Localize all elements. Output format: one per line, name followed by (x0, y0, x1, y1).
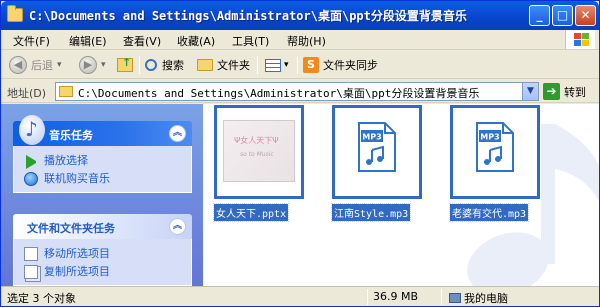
collapse-icon[interactable]: ︽ (169, 125, 186, 142)
my-computer-icon (449, 293, 461, 303)
address-label: 地址(D) (7, 87, 47, 100)
file-name: 老婆有交代.mp3 (448, 203, 530, 222)
copy-icon (24, 265, 38, 279)
music-tasks-title: 音乐任务 (49, 129, 93, 142)
folder-sync-label: 文件夹同步 (323, 59, 378, 72)
menu-edit[interactable]: 编辑(E) (69, 33, 107, 49)
move-selected-link[interactable]: 移动所选项目 (14, 245, 191, 263)
windows-logo-icon (565, 30, 595, 49)
maximize-button[interactable]: □ (552, 5, 573, 26)
file-tasks-list: 移动所选项目 复制所选项目 (13, 239, 192, 286)
svg-text:MP3: MP3 (480, 133, 499, 142)
buy-music-online-link[interactable]: 联机购买音乐 (14, 170, 191, 188)
file-tasks-header[interactable]: 文件和文件夹任务 ︽ (13, 214, 192, 239)
file-item[interactable]: MP3 江南Style.mp3 (330, 105, 426, 222)
toolbar-separator (297, 56, 298, 74)
views-dropdown-icon: ▾ (284, 60, 289, 70)
file-thumbnail: Ψ女人天下Ψ so to Music (214, 105, 304, 199)
go-button[interactable]: ➔ 转到 (543, 82, 586, 101)
status-divider (441, 289, 442, 305)
sync-icon: S (303, 57, 319, 73)
window-title: C:\Documents and Settings\Administrator\… (29, 9, 467, 23)
search-button[interactable]: 搜索 (145, 55, 184, 75)
collapse-icon[interactable]: ︽ (169, 218, 186, 235)
file-tasks-panel: 文件和文件夹任务 ︽ 移动所选项目 复制所选项目 (13, 214, 192, 286)
play-icon (26, 155, 40, 169)
go-arrow-icon: ➔ (543, 83, 560, 100)
play-selection-link[interactable]: 播放选择 (14, 152, 191, 170)
forward-dropdown-icon: ▾ (101, 60, 106, 70)
close-button[interactable]: ✕ (575, 5, 596, 26)
menu-file[interactable]: 文件(F) (13, 33, 50, 49)
up-folder-button[interactable]: ↑ (117, 55, 133, 75)
address-bar: 地址(D) C:\Documents and Settings\Administ… (1, 80, 599, 103)
menu-tools[interactable]: 工具(T) (232, 33, 269, 49)
file-thumbnail: MP3 (450, 105, 540, 199)
explorer-window: C:\Documents and Settings\Administrator\… (0, 0, 600, 307)
menu-favorites[interactable]: 收藏(A) (177, 33, 215, 49)
minimize-button[interactable]: _ (529, 5, 550, 26)
status-bar: 选定 3 个对象 36.9 MB 我的电脑 (1, 286, 599, 306)
task-pane: ♪ 音乐任务 ︽ 播放选择 联机购买音乐 文件和文件夹任务 ︽ 移动所选项目 复… (1, 104, 203, 286)
menu-view[interactable]: 查看(V) (123, 33, 161, 49)
up-folder-icon: ↑ (117, 56, 133, 72)
folder-sync-button[interactable]: S 文件夹同步 (303, 55, 378, 75)
back-arrow-icon: ◀ (9, 56, 27, 74)
folder-icon (59, 86, 73, 97)
file-name: 江南Style.mp3 (330, 203, 412, 222)
folders-icon (197, 59, 213, 71)
status-location: 我的电脑 (449, 290, 508, 306)
status-selection: 选定 3 个对象 (7, 292, 76, 305)
file-item[interactable]: Ψ女人天下Ψ so to Music 女人天下.pptx (212, 105, 308, 222)
search-label: 搜索 (162, 59, 184, 72)
folders-button[interactable]: 文件夹 (197, 55, 250, 75)
svg-text:MP3: MP3 (362, 133, 381, 142)
toolbar-separator (257, 56, 258, 74)
file-thumbnail: MP3 (332, 105, 422, 199)
folder-icon (7, 5, 23, 22)
copy-selected-link[interactable]: 复制所选项目 (14, 263, 191, 281)
globe-icon (24, 172, 38, 186)
music-tasks-panel: ♪ 音乐任务 ︽ 播放选择 联机购买音乐 (13, 115, 192, 193)
address-input[interactable]: C:\Documents and Settings\Administrator\… (55, 82, 539, 101)
file-item[interactable]: MP3 老婆有交代.mp3 (448, 105, 544, 222)
toolbar-separator (139, 56, 140, 74)
pptx-preview-icon: Ψ女人天下Ψ so to Music (223, 120, 295, 182)
address-value: C:\Documents and Settings\Administrator\… (78, 87, 480, 100)
menu-bar: 文件(F) 编辑(E) 查看(V) 收藏(A) 工具(T) 帮助(H) (1, 30, 599, 50)
file-list-view[interactable]: Ψ女人天下Ψ so to Music 女人天下.pptx MP3 江南Style… (203, 104, 599, 286)
file-name: 女人天下.pptx (212, 203, 290, 222)
back-label: 后退 (31, 59, 53, 72)
music-tasks-header[interactable]: ♪ 音乐任务 ︽ (13, 115, 192, 146)
address-dropdown-icon[interactable]: ▼ (522, 83, 538, 100)
mp3-file-icon: MP3 (358, 122, 396, 172)
music-note-icon: ♪ (19, 115, 45, 145)
views-icon (265, 58, 281, 72)
music-tasks-list: 播放选择 联机购买音乐 (13, 146, 192, 193)
title-bar[interactable]: C:\Documents and Settings\Administrator\… (1, 1, 599, 30)
folders-label: 文件夹 (217, 59, 250, 72)
toolbar: ◀ 后退 ▾ ▶ ▾ ↑ 搜索 文件夹 ▾ S 文件夹同步 (1, 51, 599, 79)
search-icon (145, 59, 157, 71)
move-icon (24, 247, 38, 261)
views-button[interactable]: ▾ (265, 55, 289, 75)
back-button[interactable]: ◀ 后退 ▾ (9, 55, 62, 75)
file-tasks-title: 文件和文件夹任务 (27, 222, 115, 235)
mp3-file-icon: MP3 (476, 122, 514, 172)
forward-arrow-icon: ▶ (79, 56, 97, 74)
status-divider (367, 289, 368, 305)
forward-button[interactable]: ▶ ▾ (79, 55, 106, 75)
status-size: 36.9 MB (373, 290, 419, 303)
back-dropdown-icon: ▾ (57, 60, 62, 70)
menu-help[interactable]: 帮助(H) (287, 33, 326, 49)
go-label: 转到 (564, 85, 586, 99)
